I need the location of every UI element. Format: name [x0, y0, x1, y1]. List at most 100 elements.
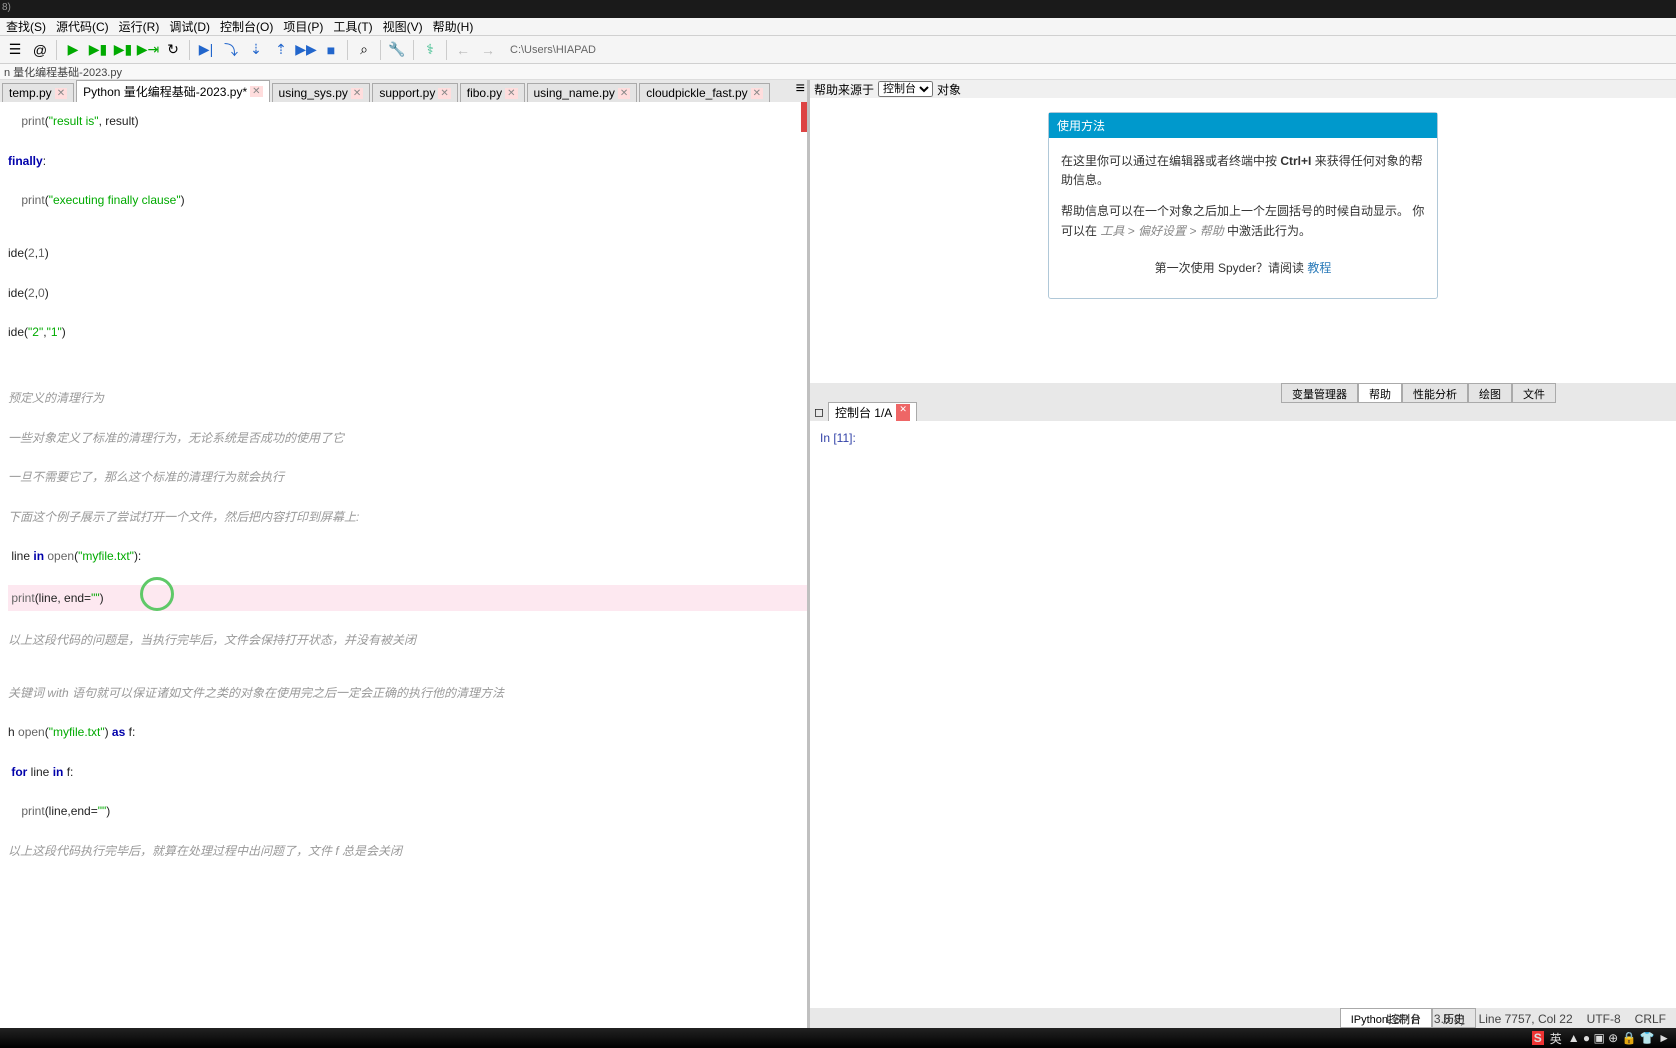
- editor-tab[interactable]: using_name.py✕: [527, 83, 638, 102]
- help-paragraph-1: 在这里你可以通过在编辑器或者终端中按 Ctrl+I 来获得任何对象的帮助信息。: [1061, 152, 1425, 190]
- close-icon[interactable]: ✕: [55, 88, 67, 99]
- run-selection-icon[interactable]: ▶⇥: [137, 39, 159, 61]
- code-line: [8, 411, 807, 424]
- code-line: ide(2,0): [8, 280, 807, 306]
- code-line: [8, 614, 807, 627]
- menu-item[interactable]: 查找(S): [2, 18, 50, 35]
- right-pane: 帮助来源于 控制台 对象 使用方法 在这里你可以通过在编辑器或者终端中按 Ctr…: [810, 80, 1676, 1028]
- tray-icons-group[interactable]: ▲ ● ▣ ⊕ 🔒 👕 ►: [1568, 1031, 1670, 1045]
- editor-tab[interactable]: fibo.py✕: [460, 83, 525, 102]
- run-cell-icon[interactable]: ▶▮: [87, 39, 109, 61]
- back-icon[interactable]: ←: [452, 39, 474, 61]
- windows-taskbar[interactable]: S 英 ▲ ● ▣ ⊕ 🔒 👕 ►: [0, 1028, 1676, 1048]
- tab-label: using_sys.py: [279, 86, 348, 100]
- code-line: print("result is", result): [8, 108, 807, 134]
- close-icon[interactable]: ✕: [351, 88, 363, 99]
- ime-lang-icon[interactable]: 英: [1550, 1030, 1562, 1047]
- at-icon[interactable]: @: [29, 39, 51, 61]
- help-source-dropdown[interactable]: 控制台: [878, 81, 933, 97]
- code-line: print(line, end=""): [8, 585, 807, 611]
- status-cursor: Line 7757, Col 22: [1479, 1012, 1573, 1026]
- panel-tab[interactable]: 帮助: [1358, 383, 1402, 403]
- close-icon[interactable]: ✕: [438, 88, 450, 99]
- panel-tab[interactable]: 绘图: [1468, 383, 1512, 403]
- console-options-icon[interactable]: ◻: [814, 405, 824, 419]
- code-line: [8, 214, 807, 227]
- code-line: [8, 266, 807, 279]
- debug-step-out-icon[interactable]: ⇡: [270, 39, 292, 61]
- editor-tab[interactable]: support.py✕: [372, 83, 457, 102]
- debug-step-in-icon[interactable]: ⇣: [245, 39, 267, 61]
- tab-label: fibo.py: [467, 86, 502, 100]
- file-path-bar: n 量化编程基础-2023.py: [0, 64, 1676, 80]
- editor-tab[interactable]: cloudpickle_fast.py ✕: [639, 83, 770, 102]
- code-line: [8, 746, 807, 759]
- cursor-highlight-icon: [140, 577, 174, 611]
- system-tray[interactable]: S 英 ▲ ● ▣ ⊕ 🔒 👕 ►: [1532, 1030, 1676, 1047]
- close-icon[interactable]: ✕: [250, 86, 262, 97]
- menu-item[interactable]: 项目(P): [279, 18, 327, 35]
- menu-item[interactable]: 视图(V): [379, 18, 427, 35]
- debug-run-icon[interactable]: ▶▶: [295, 39, 317, 61]
- menu-item[interactable]: 调试(D): [165, 18, 214, 35]
- code-line: print("executing finally clause"): [8, 187, 807, 213]
- code-line: [8, 359, 807, 372]
- menu-item[interactable]: 帮助(H): [429, 18, 478, 35]
- code-line: 预定义的清理行为: [8, 385, 807, 411]
- search-icon[interactable]: ⌕: [353, 39, 375, 61]
- ipython-console[interactable]: In [11]:: [810, 421, 1676, 1008]
- tab-label: cloudpickle_fast.py: [646, 86, 747, 100]
- menu-bar: 查找(S)源代码(C)运行(R)调试(D)控制台(O)项目(P)工具(T)视图(…: [0, 18, 1676, 36]
- console-tab[interactable]: 控制台 1/A✕: [828, 402, 917, 423]
- help-card-title: 使用方法: [1049, 113, 1437, 138]
- close-icon[interactable]: ✕: [896, 404, 910, 421]
- debug-step-over-icon[interactable]: ⤵: [220, 39, 242, 61]
- close-icon[interactable]: ✕: [618, 88, 630, 99]
- menu-item[interactable]: 控制台(O): [216, 18, 277, 35]
- outline-icon[interactable]: ☰: [4, 39, 26, 61]
- settings-icon[interactable]: 🔧: [386, 39, 408, 61]
- version-fragment: 8): [2, 2, 11, 13]
- editor-pane: temp.py✕Python 量化编程基础-2023.py*✕using_sys…: [0, 80, 810, 1028]
- code-line: [8, 570, 807, 583]
- code-line: finally:: [8, 148, 807, 174]
- code-line: [8, 653, 807, 666]
- help-source-label: 帮助来源于: [814, 81, 874, 98]
- editor-tab[interactable]: using_sys.py✕: [272, 83, 371, 102]
- editor-tab[interactable]: Python 量化编程基础-2023.py*✕: [76, 80, 269, 102]
- menu-item[interactable]: 工具(T): [329, 18, 376, 35]
- python-path-icon[interactable]: ⚕: [419, 39, 441, 61]
- run-cell-advance-icon[interactable]: ▶▮: [112, 39, 134, 61]
- code-line: for line in f:: [8, 759, 807, 785]
- status-bar: LSP P 3.8.8) Line 7757, Col 22 UTF-8 CRL…: [1276, 1010, 1676, 1028]
- help-paragraph-2: 帮助信息可以在一个对象之后加上一个左圆括号的时候自动显示。 你可以在 工具 > …: [1061, 202, 1425, 240]
- toolbar: ☰ @ ▶ ▶▮ ▶▮ ▶⇥ ↻ ▶| ⤵ ⇣ ⇡ ▶▶ ■ ⌕ 🔧 ⚕ ← →…: [0, 36, 1676, 64]
- run-icon[interactable]: ▶: [62, 39, 84, 61]
- debug-continue-icon[interactable]: ▶|: [195, 39, 217, 61]
- help-footer: 第一次使用 Spyder？请阅读 教程: [1061, 253, 1425, 284]
- panel-tab[interactable]: 文件: [1512, 383, 1556, 403]
- panel-tab[interactable]: 变量管理器: [1281, 383, 1358, 403]
- code-editor[interactable]: print("result is", result) finally: prin…: [0, 102, 807, 1028]
- code-line: 关键词 with 语句就可以保证诸如文件之类的对象在使用完之后一定会正确的执行他…: [8, 680, 807, 706]
- tabs-overflow-icon[interactable]: ≡: [796, 80, 805, 98]
- ime-sogou-icon[interactable]: S: [1532, 1031, 1544, 1045]
- working-dir-path: C:\Users\HIAPAD: [510, 44, 596, 56]
- code-line: [8, 134, 807, 147]
- status-lsp: LSP P: [1386, 1012, 1420, 1026]
- panel-tab[interactable]: 性能分析: [1402, 383, 1468, 403]
- code-line: [8, 491, 807, 504]
- tutorial-link[interactable]: 教程: [1307, 261, 1331, 275]
- editor-tab[interactable]: temp.py✕: [2, 83, 74, 102]
- forward-icon[interactable]: →: [477, 39, 499, 61]
- code-line: [8, 345, 807, 358]
- menu-item[interactable]: 运行(R): [115, 18, 164, 35]
- debug-stop-icon[interactable]: ■: [320, 39, 342, 61]
- console-header: ◻ 控制台 1/A✕: [810, 403, 1676, 421]
- menu-item[interactable]: 源代码(C): [52, 18, 113, 35]
- code-line: line in open("myfile.txt"):: [8, 543, 807, 569]
- close-icon[interactable]: ✕: [751, 88, 763, 99]
- close-icon[interactable]: ✕: [505, 88, 517, 99]
- rerun-icon[interactable]: ↻: [162, 39, 184, 61]
- code-line: [8, 174, 807, 187]
